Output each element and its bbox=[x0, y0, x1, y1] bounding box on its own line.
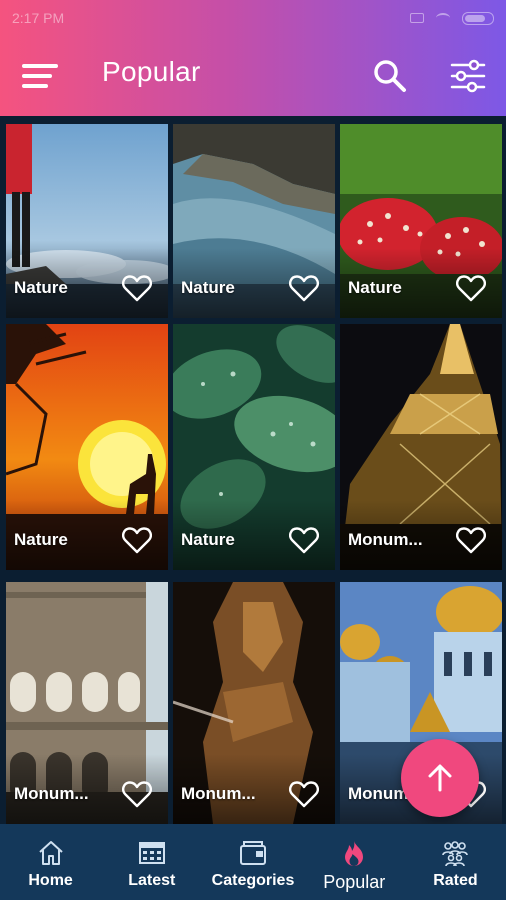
bottom-navigation: Home Latest Categories Popular Rated bbox=[0, 824, 506, 900]
filter-button[interactable] bbox=[450, 58, 486, 94]
heart-icon[interactable] bbox=[289, 780, 319, 808]
page-title: Popular bbox=[102, 56, 201, 87]
tile-category-label: Monum... bbox=[348, 530, 423, 549]
wallpaper-tile[interactable]: Nature bbox=[6, 324, 168, 570]
wallpaper-tile[interactable]: Nature bbox=[173, 124, 335, 318]
status-icons bbox=[410, 11, 494, 25]
nav-label: Home bbox=[28, 872, 73, 889]
heart-icon[interactable] bbox=[122, 274, 152, 302]
flame-icon bbox=[345, 841, 364, 866]
rated-icon bbox=[442, 841, 469, 867]
wallpaper-tile[interactable]: Nature bbox=[6, 124, 168, 318]
nav-item-home[interactable]: Home bbox=[0, 824, 101, 900]
app-bar: 2:17 PM Popular bbox=[0, 0, 506, 116]
nav-label: Latest bbox=[128, 872, 176, 889]
menu-icon bbox=[22, 64, 58, 68]
heart-icon[interactable] bbox=[122, 526, 152, 554]
tile-category-label: Nature bbox=[348, 278, 402, 297]
arrow-up-icon bbox=[428, 764, 452, 792]
nav-item-categories[interactable]: Categories bbox=[202, 824, 303, 900]
wallpaper-tile[interactable]: Monum... bbox=[340, 324, 502, 570]
heart-icon[interactable] bbox=[289, 274, 319, 302]
scroll-to-top-button[interactable] bbox=[401, 739, 479, 817]
nav-item-popular[interactable]: Popular bbox=[304, 824, 405, 900]
wallpaper-grid: Nature Nature Nature Nature Nature Monum… bbox=[0, 116, 506, 824]
tile-category-label: Monum... bbox=[14, 784, 89, 803]
tile-category-label: Monum... bbox=[181, 784, 256, 803]
status-bar: 2:17 PM bbox=[0, 0, 506, 36]
wallpaper-tile[interactable]: Monum... bbox=[173, 582, 335, 824]
nav-item-rated[interactable]: Rated bbox=[405, 824, 506, 900]
wallpaper-tile[interactable]: Nature bbox=[173, 324, 335, 570]
search-button[interactable] bbox=[372, 58, 408, 94]
nav-label: Categories bbox=[211, 872, 295, 889]
search-icon bbox=[374, 60, 406, 92]
heart-icon[interactable] bbox=[456, 526, 486, 554]
tile-category-label: Nature bbox=[181, 530, 235, 549]
battery-icon bbox=[462, 11, 494, 25]
wallpaper-tile[interactable]: Nature bbox=[340, 124, 502, 318]
wifi-icon bbox=[436, 13, 450, 23]
nav-label: Popular bbox=[323, 872, 386, 892]
status-time: 2:17 PM bbox=[12, 10, 65, 26]
tile-category-label: Nature bbox=[14, 530, 68, 549]
categories-icon bbox=[240, 841, 266, 865]
home-icon bbox=[38, 841, 63, 865]
tile-category-label: Nature bbox=[14, 278, 68, 297]
tile-category-label: Nature bbox=[181, 278, 235, 297]
screen-record-icon bbox=[410, 13, 424, 23]
nav-item-latest[interactable]: Latest bbox=[101, 824, 202, 900]
heart-icon[interactable] bbox=[289, 526, 319, 554]
heart-icon[interactable] bbox=[122, 780, 152, 808]
nav-label: Rated bbox=[433, 872, 478, 889]
filter-sliders-icon bbox=[450, 59, 486, 93]
wallpaper-tile[interactable]: Monum... bbox=[6, 582, 168, 824]
heart-icon[interactable] bbox=[456, 274, 486, 302]
latest-icon bbox=[138, 842, 165, 864]
menu-button[interactable] bbox=[22, 62, 60, 90]
